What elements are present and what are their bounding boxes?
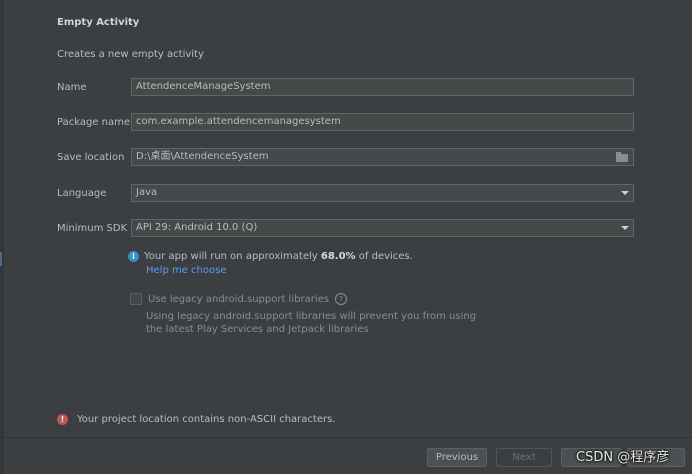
legacy-description-line-1: Using legacy android.support libraries w… [146,311,477,322]
package-name-label: Package name [57,117,130,128]
info-icon: i [128,251,139,262]
left-edge-marker [0,252,2,266]
error-message: Your project location contains non-ASCII… [77,414,336,425]
csdn-watermark: CSDN @程序彦 [576,450,670,465]
legacy-support-checkbox[interactable] [130,293,142,305]
page-subtitle: Creates a new empty activity [57,49,204,60]
previous-button[interactable]: Previous [427,448,487,467]
legacy-support-option: Use legacy android.support libraries ? [130,293,347,305]
help-me-choose-link[interactable]: Help me choose [146,265,226,276]
name-label: Name [57,82,87,93]
question-icon[interactable]: ? [334,293,347,305]
left-edge [0,0,4,474]
minimum-sdk-value: API 29: Android 10.0 (Q) [136,222,258,233]
device-coverage-suffix: of devices. [355,251,413,262]
legacy-support-description: Using legacy android.support libraries w… [146,310,476,336]
device-coverage-prefix: Your app will run on approximately [144,251,321,262]
legacy-description-line-2: the latest Play Services and Jetpack lib… [146,324,369,335]
language-label: Language [57,188,107,199]
folder-icon[interactable] [616,152,628,162]
error-icon: ! [57,414,68,425]
name-field[interactable]: AttendenceManageSystem [131,78,634,96]
minimum-sdk-label: Minimum SDK [57,223,128,234]
validation-error: ! Your project location contains non-ASC… [57,414,335,425]
footer-divider [0,437,692,438]
minimum-sdk-select[interactable]: API 29: Android 10.0 (Q) [131,219,634,237]
save-location-value: D:\桌面\AttendenceSystem [136,151,269,162]
chevron-down-icon [621,191,629,195]
chevron-down-icon [621,226,629,230]
device-coverage-percent: 68.0% [320,251,356,262]
language-select[interactable]: Java [131,184,634,202]
device-coverage-text: Your app will run on approximately 68.0%… [144,251,413,262]
device-coverage-info: i Your app will run on approximately 68.… [128,251,413,262]
package-name-field[interactable]: com.example.attendencemanagesystem [131,113,634,131]
page-title: Empty Activity [57,17,140,28]
next-button[interactable]: Next [496,448,552,467]
legacy-support-label[interactable]: Use legacy android.support libraries [148,294,329,305]
save-location-field[interactable]: D:\桌面\AttendenceSystem [131,148,634,166]
language-value: Java [136,187,158,198]
save-location-label: Save location [57,152,125,163]
